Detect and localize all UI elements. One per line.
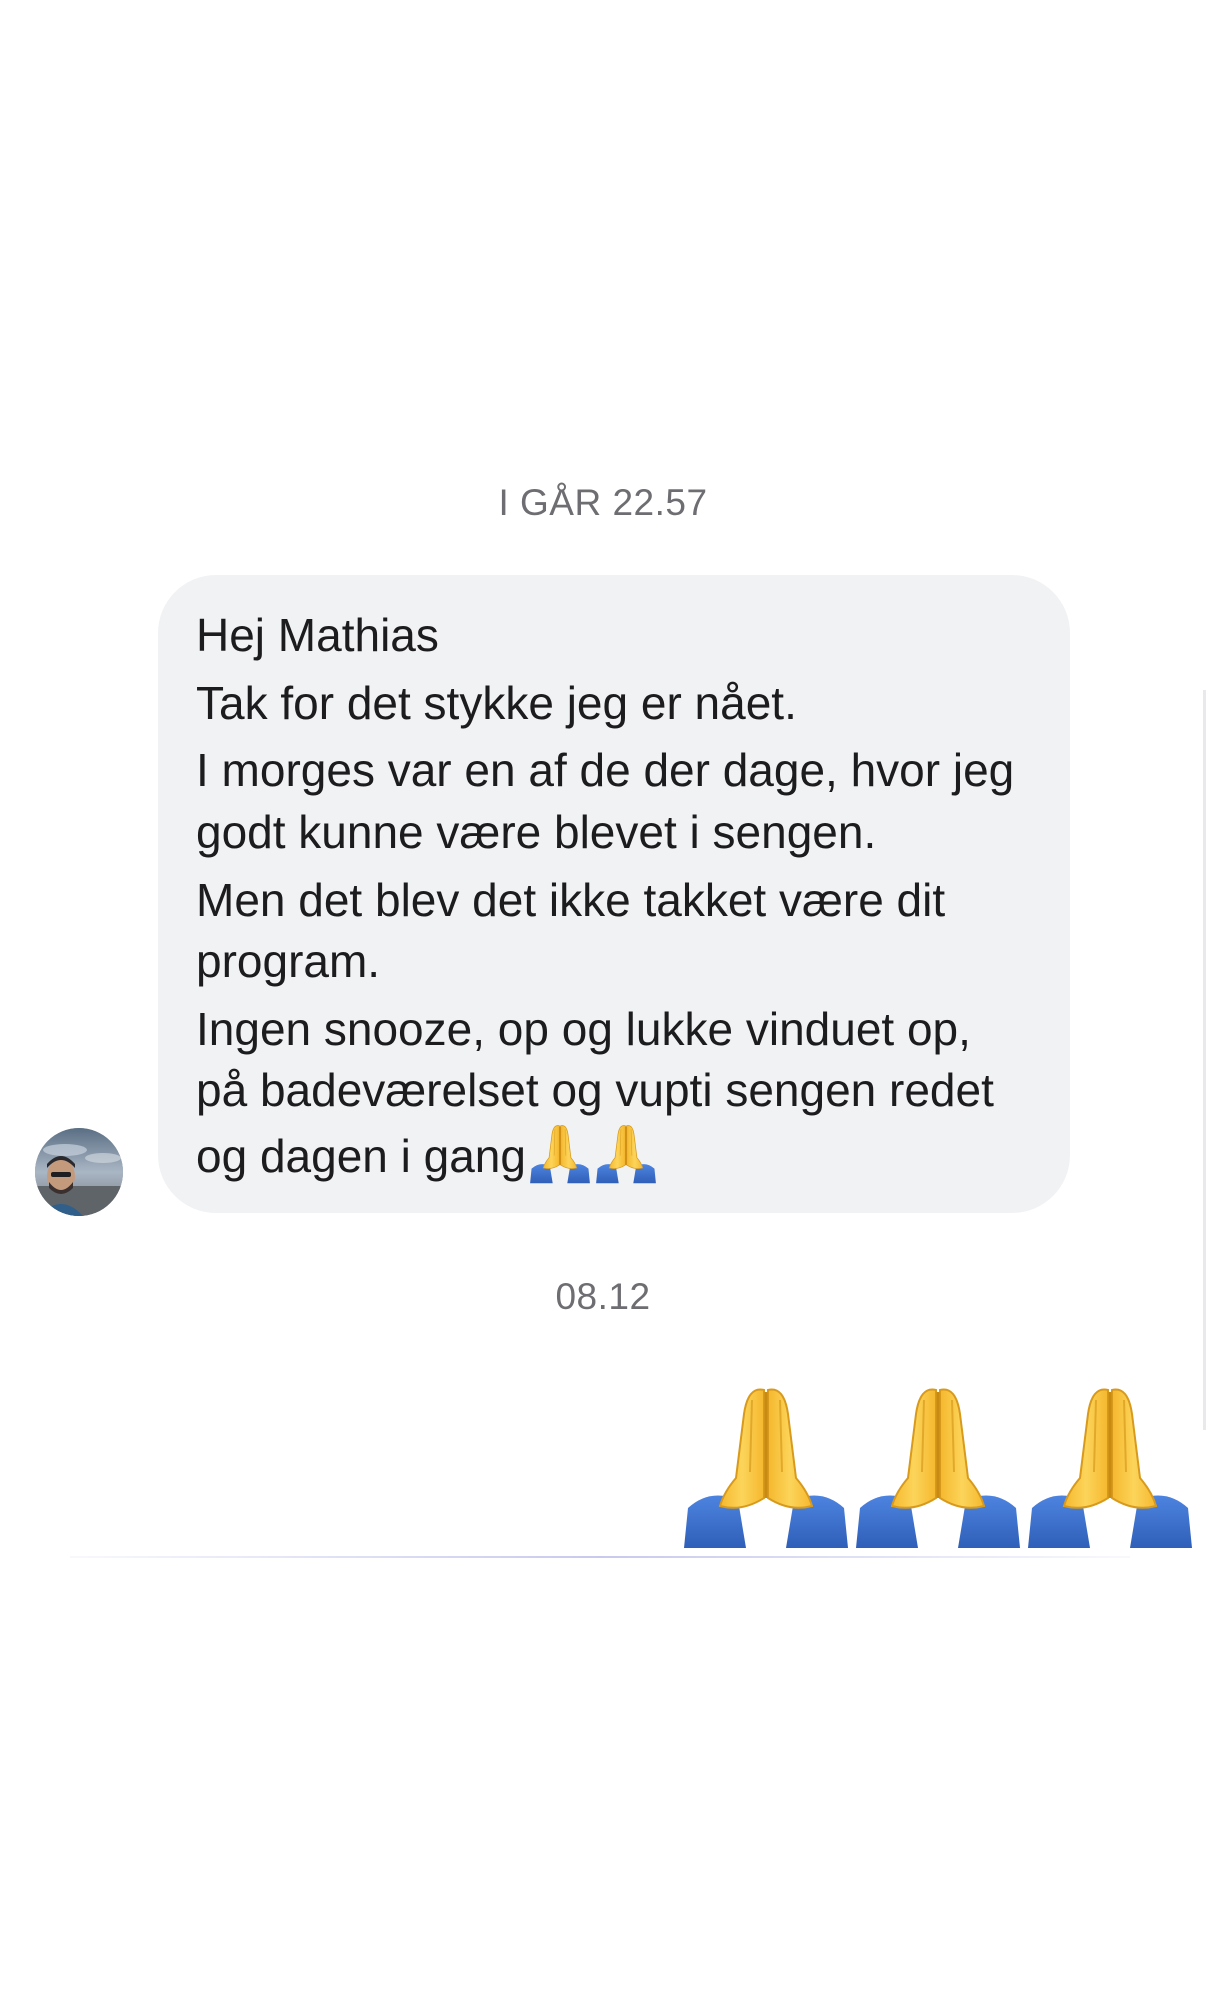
timestamp: 08.12 — [555, 1276, 651, 1317]
message-line: Tak for det stykke jeg er nået. — [196, 676, 797, 729]
outgoing-message-emoji[interactable] — [680, 1380, 1196, 1550]
avatar[interactable] — [35, 1128, 123, 1216]
divider — [70, 1556, 1130, 1558]
message-line-last: Ingen snooze, op og lukke vinduet op, på… — [196, 999, 1034, 1188]
timestamp: I GÅR 22.57 — [498, 482, 708, 523]
message-line: I morges var en af de der dage, hvor jeg… — [196, 744, 1015, 858]
praying-hands-icon — [1026, 1388, 1194, 1550]
message-line: Hej Mathias — [196, 609, 439, 661]
avatar-photo — [35, 1128, 123, 1216]
praying-hands-icon — [529, 1124, 591, 1184]
incoming-message-bubble[interactable]: Hej Mathias Tak for det stykke jeg er nå… — [158, 575, 1070, 1213]
praying-hands-icon — [854, 1388, 1022, 1550]
praying-hands-icon — [595, 1124, 657, 1184]
praying-hands-icon — [682, 1388, 850, 1550]
message-line: Men det blev det ikke takket være dit pr… — [196, 873, 946, 988]
